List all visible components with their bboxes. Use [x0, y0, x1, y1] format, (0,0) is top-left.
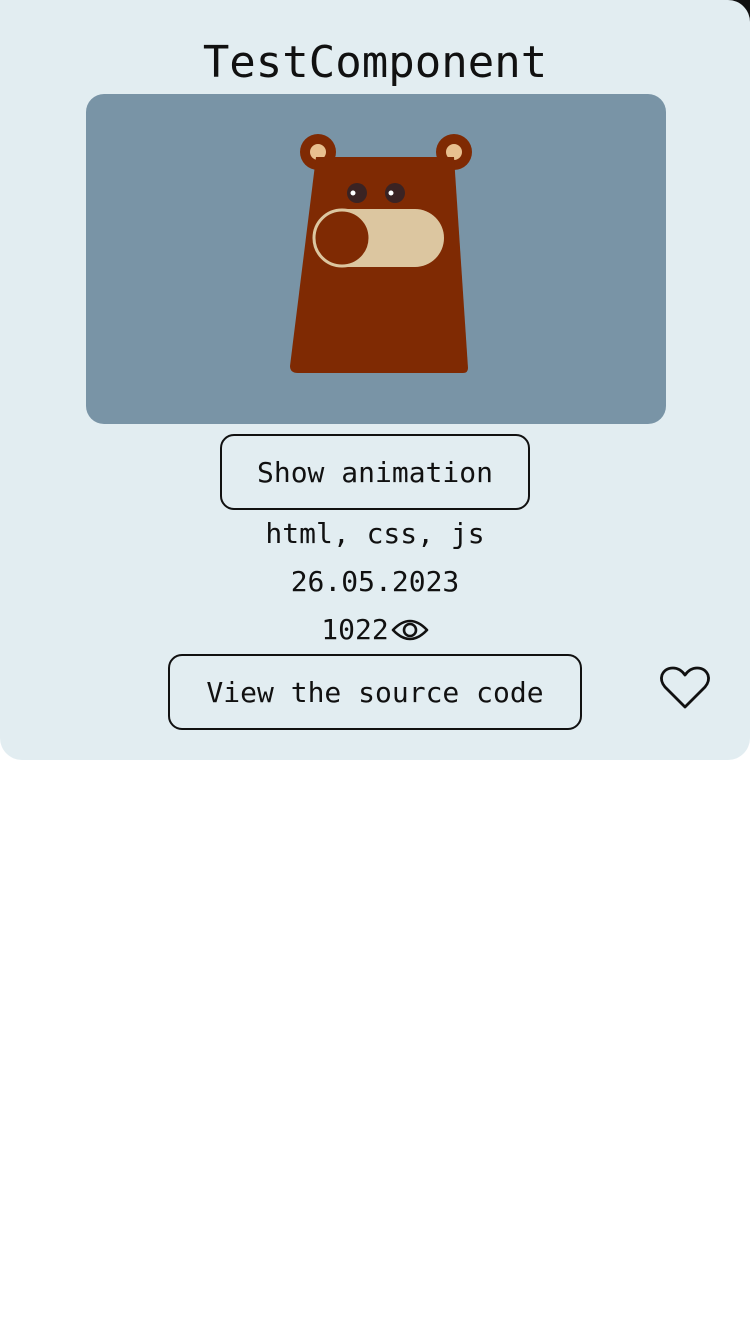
- bear-right-eye: [385, 183, 405, 203]
- component-title: TestComponent: [202, 37, 548, 88]
- publish-date: 26.05.2023: [290, 565, 460, 598]
- view-count: 1022: [321, 613, 389, 646]
- view-source-button[interactable]: View the source code: [168, 654, 582, 730]
- heart-icon[interactable]: [658, 664, 712, 712]
- bear-right-eye-shine: [388, 190, 394, 196]
- bear-left-eye-shine: [350, 190, 356, 196]
- bear-left-eye: [347, 183, 367, 203]
- show-animation-button[interactable]: Show animation: [220, 434, 530, 510]
- component-preview: [86, 94, 666, 424]
- eye-icon: [391, 615, 429, 645]
- bear-nose-toggle-knob: [312, 208, 372, 268]
- tech-tags: html, css, js: [265, 517, 485, 550]
- bear-toggle-illustration: [290, 134, 472, 373]
- view-counter: 1022: [0, 612, 750, 648]
